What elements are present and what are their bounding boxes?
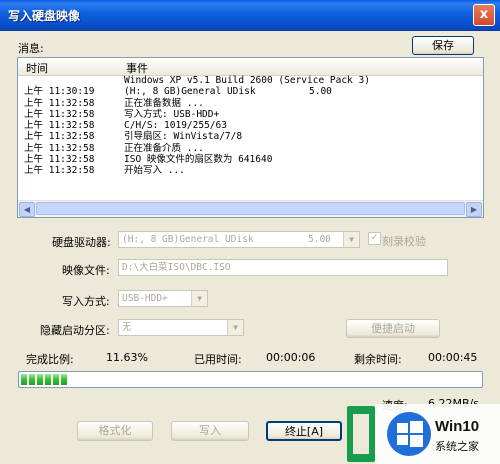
progress-value: 11.63% — [106, 351, 148, 364]
log-row-event: Windows XP v5.1 Build 2600 (Service Pack… — [124, 75, 370, 86]
log-row-time: 上午 11:32:58 — [24, 108, 95, 120]
horizontal-scrollbar[interactable]: ◀ ▶ — [18, 200, 483, 217]
watermark-title: Win10 — [435, 418, 479, 435]
checkmark-icon: ✓ — [370, 233, 379, 243]
drive-select-value: (H:, 8 GB)General UDisk — [122, 234, 254, 245]
log-row-value: 5.00 — [309, 86, 332, 98]
log-row: 上午 11:32:58 正在准备介质 ... — [18, 143, 483, 154]
drive-label: 硬盘驱动器: — [52, 236, 111, 249]
log-row-event: ISO 映像文件的扇区数为 641640 — [124, 154, 273, 166]
save-button[interactable]: 保存 — [412, 36, 474, 55]
win10-logo-icon: Win10 系统之家 — [347, 404, 500, 464]
progress-segment — [53, 374, 59, 385]
image-file-input[interactable]: D:\大白菜ISO\DBC.ISO — [118, 259, 448, 276]
write-disk-image-dialog: 写入硬盘映像 x 消息: 保存 时间 事件 Windows XP v5.1 Bu… — [0, 0, 500, 464]
log-row: 上午 11:32:58 引导扇区: WinVista/7/8 — [18, 131, 483, 142]
drive-select[interactable]: (H:, 8 GB)General UDisk 5.00 ▼ — [118, 231, 360, 248]
progress-bar — [18, 371, 483, 388]
chevron-down-icon[interactable]: ▼ — [191, 291, 207, 306]
log-row: 上午 11:32:58 开始写入 ... — [18, 165, 483, 176]
progress-segment — [45, 374, 51, 385]
log-row: 上午 11:30:19 (H:, 8 GB)General UDisk 5.00 — [18, 86, 483, 97]
progress-label: 完成比例: — [26, 353, 74, 366]
log-row-event: C/H/S: 1019/255/63 — [124, 120, 227, 132]
log-row-event: 引导扇区: WinVista/7/8 — [124, 131, 243, 143]
log-row-time: 上午 11:32:58 — [24, 131, 95, 143]
drive-version: 5.00 — [308, 234, 331, 245]
hidden-partition-label: 隐藏启动分区: — [40, 324, 110, 337]
log-row-event: 写入方式: USB-HDD+ — [124, 108, 220, 120]
image-file-label: 映像文件: — [62, 264, 110, 277]
progress-bar-fill — [21, 374, 67, 385]
window-title: 写入硬盘映像 — [8, 9, 81, 23]
log-row: Windows XP v5.1 Build 2600 (Service Pack… — [18, 75, 483, 86]
log-row-time: 上午 11:32:58 — [24, 154, 95, 166]
log-row-time: 上午 11:32:58 — [24, 142, 95, 154]
write-button[interactable]: 写入 — [171, 421, 249, 441]
verify-label: 刻录校验 — [382, 235, 426, 248]
progress-segment — [21, 374, 27, 385]
remaining-value: 00:00:45 — [428, 351, 478, 364]
stop-button[interactable]: 终止[A] — [266, 421, 342, 441]
log-row: 上午 11:32:58 ISO 映像文件的扇区数为 641640 — [18, 154, 483, 165]
log-row-event: 正在准备数据 ... — [124, 97, 204, 109]
log-row-time: 上午 11:32:58 — [24, 165, 95, 177]
hidden-partition-select[interactable]: 无 ▼ — [118, 319, 244, 336]
chevron-down-icon[interactable]: ▼ — [227, 320, 243, 335]
write-mode-value: USB-HDD+ — [122, 293, 168, 304]
remaining-label: 剩余时间: — [354, 353, 402, 366]
column-header-time[interactable]: 时间 — [26, 60, 48, 76]
win10-watermark-logo: Win10 系统之家 — [347, 404, 500, 464]
messages-label: 消息: — [18, 42, 44, 55]
convenient-boot-button[interactable]: 便捷启动 — [346, 319, 440, 338]
watermark-subtitle: 系统之家 — [435, 439, 479, 453]
log-row-event: 正在准备介质 ... — [124, 142, 204, 154]
write-mode-label: 写入方式: — [62, 295, 110, 308]
title-bar[interactable]: 写入硬盘映像 x — [0, 0, 500, 31]
elapsed-value: 00:00:06 — [266, 351, 316, 364]
log-row-time: 上午 11:30:19 — [24, 86, 95, 98]
scroll-right-icon[interactable]: ▶ — [466, 202, 482, 217]
progress-segment — [37, 374, 43, 385]
write-mode-select[interactable]: USB-HDD+ ▼ — [118, 290, 208, 307]
verify-checkbox[interactable]: ✓ — [368, 232, 381, 245]
close-icon[interactable]: x — [473, 4, 495, 26]
log-row-event: 开始写入 ... — [124, 165, 185, 177]
scroll-left-icon[interactable]: ◀ — [19, 202, 35, 217]
column-header-event[interactable]: 事件 — [126, 60, 148, 76]
chevron-down-icon[interactable]: ▼ — [343, 232, 359, 247]
log-row: 上午 11:32:58 写入方式: USB-HDD+ — [18, 109, 483, 120]
log-row-time: 上午 11:32:58 — [24, 97, 95, 109]
log-rows: Windows XP v5.1 Build 2600 (Service Pack… — [18, 75, 483, 177]
log-row: 上午 11:32:58 正在准备数据 ... — [18, 98, 483, 109]
log-row-time: 上午 11:32:58 — [24, 120, 95, 132]
message-log[interactable]: 时间 事件 Windows XP v5.1 Build 2600 (Servic… — [17, 57, 484, 218]
hidden-partition-value: 无 — [122, 322, 132, 333]
log-row: 上午 11:32:58 C/H/S: 1019/255/63 — [18, 120, 483, 131]
format-button[interactable]: 格式化 — [77, 421, 153, 441]
log-row-event: (H:, 8 GB)General UDisk — [124, 86, 256, 98]
progress-segment — [29, 374, 35, 385]
elapsed-label: 已用时间: — [194, 353, 242, 366]
log-header: 时间 事件 — [18, 58, 483, 76]
progress-segment — [61, 374, 67, 385]
scrollbar-thumb[interactable] — [36, 202, 465, 215]
